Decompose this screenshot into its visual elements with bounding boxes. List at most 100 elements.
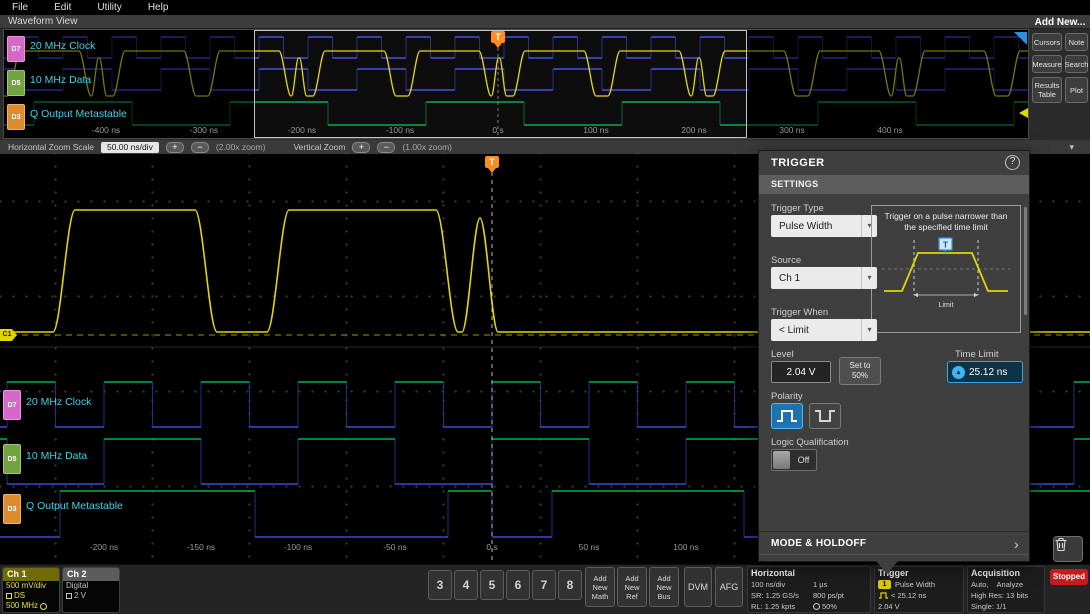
panel-scrollbar[interactable] (1024, 207, 1027, 315)
delete-trash-button[interactable] (1053, 536, 1083, 562)
search-button[interactable]: Search (1065, 55, 1088, 73)
horizontal-position: 50% (822, 602, 838, 611)
channel-badge-d5[interactable]: D5 (7, 70, 25, 96)
ch2-badge-title: Ch 2 (63, 568, 119, 581)
trigger-when-value: < Limit (779, 324, 809, 336)
overview-waveform: T D7 20 MHz Clock D5 10 MHz Data D3 Q Ou… (3, 29, 1029, 139)
trigger-when-dropdown[interactable]: < Limit ▾ (771, 319, 877, 341)
menu-file[interactable]: File (12, 2, 28, 13)
dvm-button[interactable]: DVM (684, 567, 712, 607)
trash-icon (1055, 537, 1067, 552)
vertical-zoom-in-button[interactable]: + (352, 141, 371, 153)
pulse-icon (879, 592, 888, 599)
channel-7-button[interactable]: 7 (532, 570, 556, 600)
trigger-position-marker[interactable]: T (491, 31, 505, 48)
horizontal-zoom-in-button[interactable]: + (165, 141, 184, 153)
channel-label-d5[interactable]: 10 MHz Data (30, 74, 91, 86)
waveform-view-title: Waveform View (8, 16, 78, 27)
trigger-flag-icon[interactable] (1014, 32, 1027, 45)
level-label: Level (771, 349, 794, 360)
horizontal-zoom-scale-label: Horizontal Zoom Scale (8, 142, 94, 152)
label-line: Ref (626, 591, 638, 601)
label-line: Add (625, 573, 639, 583)
channel-6-button[interactable]: 6 (506, 570, 530, 600)
menu-edit[interactable]: Edit (54, 2, 71, 13)
acq-resolution: High Res: 13 bits (971, 591, 1029, 600)
label-line: New (592, 582, 608, 592)
acq-single: Single: 1/1 (971, 602, 1007, 611)
overview-axis-tick: -400 ns (91, 125, 121, 135)
channel-label-d5-main[interactable]: 10 MHz Data (26, 450, 87, 462)
time-limit-label: Time Limit (955, 349, 999, 360)
channel-4-button[interactable]: 4 (454, 570, 478, 600)
channel-8-button[interactable]: 8 (558, 570, 582, 600)
main-axis-tick: -50 ns (383, 542, 407, 552)
channel-badge-d3-main[interactable]: D3 (3, 494, 21, 524)
add-new-ref-button[interactable]: Add New Ref (617, 567, 647, 607)
channel-label-d3[interactable]: Q Output Metastable (30, 108, 127, 120)
set-to-50-button[interactable]: Set to 50% (839, 357, 881, 385)
trigger-panel-title: TRIGGER (771, 157, 825, 169)
mode-holdoff-section[interactable]: MODE & HOLDOFF › (759, 531, 1029, 555)
ch2-mode: Digital (66, 581, 89, 590)
menu-utility[interactable]: Utility (97, 2, 121, 13)
channel-badge-d7-main[interactable]: D7 (3, 390, 21, 420)
mode-holdoff-label: MODE & HOLDOFF (771, 538, 867, 549)
main-axis-tick: 0 s (486, 542, 498, 552)
horizontal-title: Horizontal (751, 568, 795, 578)
channel-badge-d5-main[interactable]: D5 (3, 444, 21, 474)
help-icon[interactable]: ? (1005, 155, 1020, 170)
stopped-indicator[interactable]: Stopped (1050, 569, 1088, 585)
logic-qualification-label: Logic Qualification (771, 437, 849, 448)
menu-bar: File Edit Utility Help (0, 0, 1090, 15)
acquisition-settings-badge[interactable]: Acquisition Auto, Analyze High Res: 13 bi… (967, 566, 1045, 613)
channel-badge-d3[interactable]: D3 (7, 104, 25, 130)
polarity-positive-button[interactable] (771, 403, 803, 429)
channel-label-d3-main[interactable]: Q Output Metastable (26, 500, 123, 512)
label-line: New (656, 582, 672, 592)
logic-qualification-toggle[interactable]: Off (771, 449, 817, 471)
results-table-button[interactable]: Results Table (1032, 77, 1062, 103)
ch1-bandwidth: 500 MHz (6, 601, 39, 610)
horizontal-zoom-out-button[interactable]: − (190, 141, 209, 153)
channel-badge-d7[interactable]: D7 (7, 36, 25, 62)
channel-3-button[interactable]: 3 (428, 570, 452, 600)
time-limit-value: 25.12 ns (969, 366, 1008, 378)
knob-a-icon: ▴ (952, 365, 965, 379)
collapse-overview-icon[interactable]: ▾ (1069, 142, 1074, 153)
trigger-position-marker-main[interactable]: T (485, 156, 499, 173)
horizontal-zoom-scale-value[interactable]: 50.00 ns/div (100, 141, 159, 153)
add-new-math-button[interactable]: Add New Math (585, 567, 615, 607)
channel-label-d7-main[interactable]: 20 MHz Clock (26, 396, 91, 408)
add-new-panel: Add New... Cursors Note Measure Search R… (1032, 17, 1088, 141)
channel-5-button[interactable]: 5 (480, 570, 504, 600)
horizontal-settings-badge[interactable]: Horizontal 100 ns/div 1 µs SR: 1.25 GS/s 8… (747, 566, 871, 613)
trigger-description-box: Trigger on a pulse narrower than the spe… (871, 205, 1021, 333)
measure-button[interactable]: Measure (1032, 55, 1062, 73)
level-value-field[interactable]: 2.04 V (771, 361, 831, 383)
add-new-bus-button[interactable]: Add New Bus (649, 567, 679, 607)
vertical-zoom-out-button[interactable]: − (377, 141, 396, 153)
polarity-negative-button[interactable] (809, 403, 841, 429)
ch1-scale: 500 mV/div (6, 581, 47, 590)
chevron-down-icon: ▾ (861, 319, 877, 341)
vertical-zoom-factor: (1.00x zoom) (402, 142, 453, 152)
acquisition-title: Acquisition (971, 568, 1020, 578)
note-button[interactable]: Note (1065, 33, 1088, 51)
ch1-badge[interactable]: Ch 1 500 mV/div DS 500 MHz (2, 567, 60, 613)
menu-help[interactable]: Help (148, 2, 169, 13)
source-dropdown[interactable]: Ch 1 ▾ (771, 267, 877, 289)
overview-axis-tick: 300 ns (779, 125, 805, 135)
cursors-button[interactable]: Cursors (1032, 33, 1062, 51)
vertical-zoom-label: Vertical Zoom (293, 142, 346, 152)
channel-label-d7[interactable]: 20 MHz Clock (30, 40, 95, 52)
ch1-level-arrow-icon[interactable] (1019, 108, 1028, 118)
plot-button[interactable]: Plot (1065, 77, 1088, 103)
trigger-type-dropdown[interactable]: Pulse Width ▾ (771, 215, 877, 237)
time-limit-field[interactable]: ▴ 25.12 ns (947, 361, 1023, 383)
coupling-icon (6, 593, 12, 599)
afg-button[interactable]: AFG (715, 567, 743, 607)
label-line: Add (657, 573, 671, 583)
waveform-view-header: Waveform View (0, 15, 1090, 29)
ch2-badge[interactable]: Ch 2 Digital 2 V (62, 567, 120, 613)
